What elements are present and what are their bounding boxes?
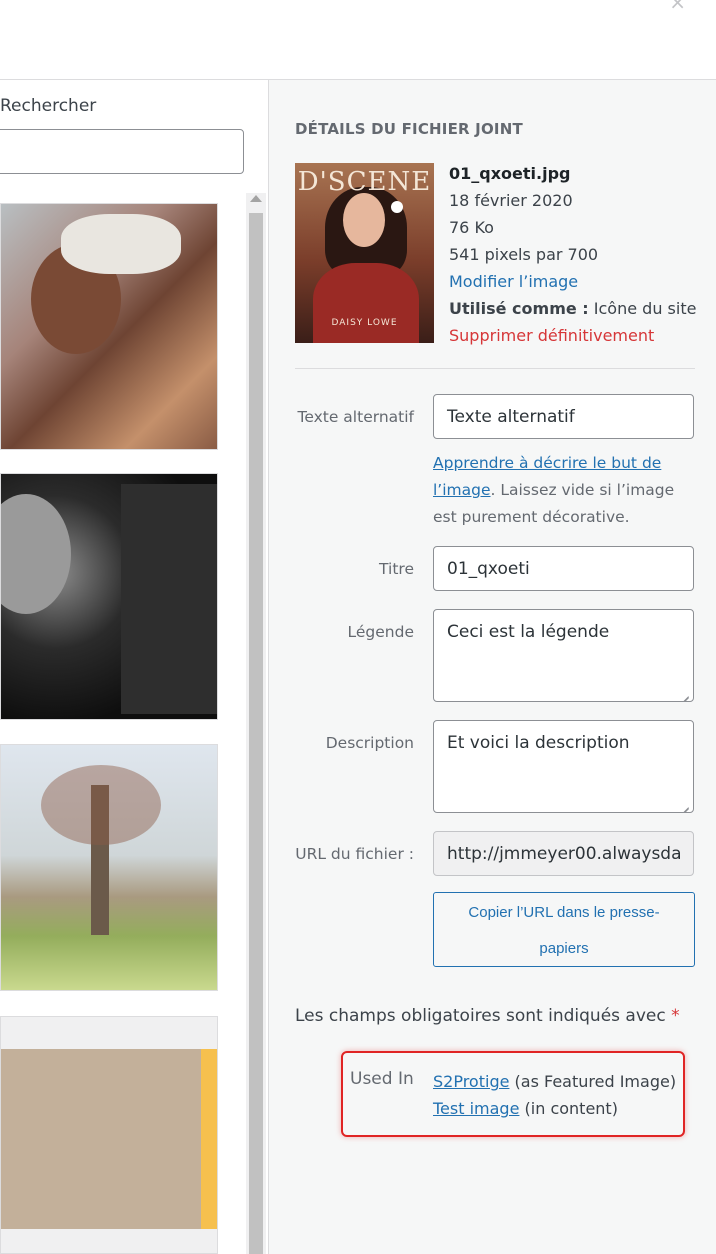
- caption-value: Ceci est la légende: [447, 622, 610, 642]
- used-in-link[interactable]: S2Protige: [433, 1072, 509, 1091]
- dark-building: [121, 484, 217, 714]
- required-star: *: [671, 1006, 680, 1026]
- preview-face: [343, 193, 385, 247]
- description-value: Et voici la description: [447, 733, 630, 753]
- alt-text-help: Apprendre à décrire le but de l’image. L…: [433, 450, 695, 531]
- description-textarea[interactable]: Et voici la description: [433, 720, 694, 813]
- used-in-note: (in content): [524, 1099, 618, 1118]
- edit-image-link[interactable]: Modifier l’image: [449, 268, 709, 295]
- alt-text-label: Texte alternatif: [297, 408, 415, 426]
- file-size: 76 Ko: [449, 218, 494, 237]
- attachment-preview[interactable]: D'SCENE DAISY LOWE: [295, 163, 434, 343]
- media-thumbnail[interactable]: [0, 1016, 218, 1254]
- description-label: Description: [325, 734, 414, 752]
- search-label: Rechercher: [0, 96, 97, 116]
- scrollbar-thumb[interactable]: [249, 213, 263, 1254]
- preview-cover-name: DAISY LOWE: [331, 318, 398, 328]
- scroll-up-icon[interactable]: [250, 195, 262, 202]
- used-as-value: Icône du site: [593, 299, 697, 318]
- used-as-row: Utilisé comme : Icône du site: [449, 295, 709, 322]
- headscarf: [61, 214, 181, 274]
- copy-url-button[interactable]: Copier l’URL dans le presse-papiers: [433, 892, 695, 967]
- preview-flower: [391, 201, 403, 213]
- preview-dress: [313, 263, 419, 343]
- media-library-pane: Rechercher: [0, 80, 268, 1254]
- thumbnail-image: [1, 1049, 201, 1229]
- used-in-note: (as Featured Image): [514, 1072, 677, 1091]
- attachment-details-pane: DÉTAILS DU FICHIER JOINT D'SCENE DAISY L…: [268, 80, 716, 1254]
- title-input[interactable]: 01_qxoeti: [433, 546, 694, 591]
- preview-magazine-title: D'SCENE: [297, 167, 432, 197]
- delete-permanently-link[interactable]: Supprimer définitivement: [449, 322, 709, 349]
- thumbnail-stripe: [201, 1049, 217, 1229]
- search-input[interactable]: [0, 129, 244, 174]
- used-in-list: S2Protige (as Featured Image) Test image…: [433, 1068, 676, 1122]
- tree-crown: [41, 765, 161, 845]
- scrollbar[interactable]: [246, 193, 266, 1254]
- file-meta: 01_qxoeti.jpg 18 février 2020 76 Ko 541 …: [449, 160, 709, 349]
- file-url-label: URL du fichier :: [295, 845, 414, 863]
- required-note-text: Les champs obligatoires sont indiqués av…: [295, 1006, 666, 1026]
- used-in-item: Test image (in content): [433, 1095, 676, 1122]
- modal-header: ×: [0, 0, 716, 80]
- used-as-label: Utilisé comme :: [449, 299, 589, 318]
- caption-textarea[interactable]: Ceci est la légende: [433, 609, 694, 702]
- image-dimensions: 541 pixels par 700: [449, 245, 599, 264]
- file-name: 01_qxoeti.jpg: [449, 164, 571, 183]
- portrait-face: [1, 494, 71, 614]
- media-thumbnail[interactable]: [0, 203, 218, 450]
- file-url-input[interactable]: http://jmmeyer00.alwaysda: [433, 831, 694, 876]
- used-in-item: S2Protige (as Featured Image): [433, 1068, 676, 1095]
- divider: [295, 368, 695, 369]
- details-title: DÉTAILS DU FICHIER JOINT: [295, 120, 523, 138]
- upload-date: 18 février 2020: [449, 191, 573, 210]
- close-icon[interactable]: ×: [669, 0, 686, 14]
- media-thumbnail[interactable]: [0, 473, 218, 720]
- used-in-link[interactable]: Test image: [433, 1099, 519, 1118]
- required-fields-note: Les champs obligatoires sont indiqués av…: [295, 1006, 680, 1026]
- alt-text-input[interactable]: Texte alternatif: [433, 394, 694, 439]
- resize-handle-icon[interactable]: [679, 798, 689, 808]
- media-thumbnail[interactable]: [0, 744, 218, 991]
- resize-handle-icon[interactable]: [679, 687, 689, 697]
- caption-label: Légende: [347, 623, 414, 641]
- title-label: Titre: [379, 560, 414, 578]
- used-in-label: Used In: [350, 1069, 414, 1089]
